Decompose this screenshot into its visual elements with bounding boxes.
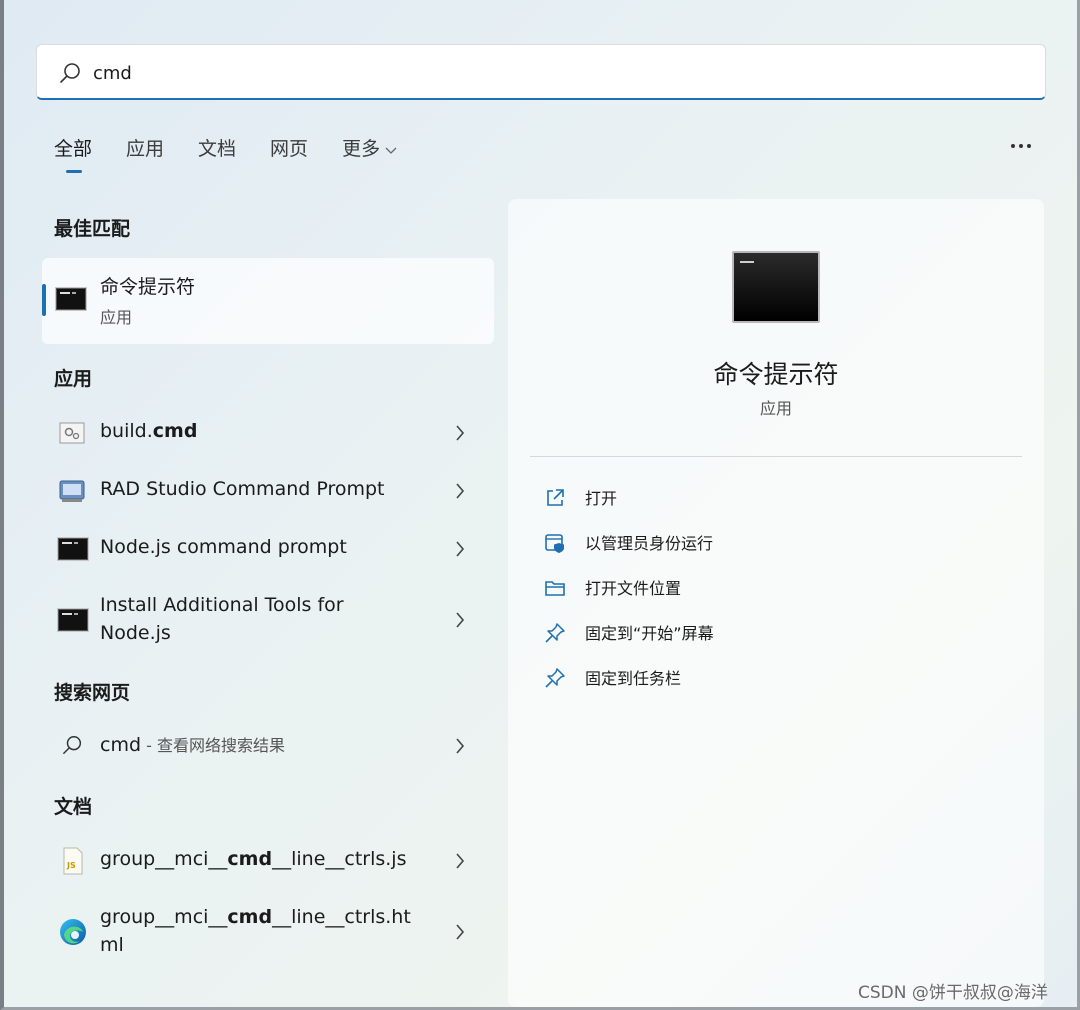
- tab-all[interactable]: 全部: [54, 136, 92, 173]
- section-best-match: 最佳匹配: [54, 218, 131, 240]
- divider: [530, 456, 1022, 457]
- section-documents: 文档: [54, 796, 93, 818]
- chevron-down-icon: [385, 147, 397, 154]
- chevron-right-icon: [456, 738, 465, 754]
- list-item-label: build.cmd: [100, 420, 198, 442]
- list-item-build-cmd[interactable]: build.cmd: [42, 412, 494, 454]
- open-external-icon: [547, 489, 564, 506]
- rad-studio-icon: [59, 480, 85, 502]
- tab-apps[interactable]: 应用: [126, 136, 164, 168]
- tab-more[interactable]: 更多: [342, 136, 397, 168]
- section-web: 搜索网页: [54, 682, 131, 704]
- selection-indicator: [42, 284, 46, 316]
- cmd-icon: [58, 609, 88, 631]
- chevron-right-icon: [456, 924, 465, 940]
- tab-web[interactable]: 网页: [270, 136, 308, 168]
- list-item-doc-js[interactable]: JS group__mci__cmd__line__ctrls.js: [42, 840, 494, 882]
- chevron-right-icon: [456, 612, 465, 628]
- list-item-rad-studio[interactable]: RAD Studio Command Prompt: [42, 470, 494, 512]
- action-pin-to-taskbar[interactable]: 固定到任务栏: [544, 663, 964, 693]
- run-as-admin-icon: [545, 534, 564, 553]
- action-run-as-admin[interactable]: 以管理员身份运行: [544, 528, 964, 558]
- list-item-label: RAD Studio Command Prompt: [100, 478, 385, 500]
- cmd-app-icon: [732, 251, 820, 323]
- preview-subtitle: 应用: [759, 399, 792, 418]
- chevron-right-icon: [456, 425, 465, 441]
- filter-tabs: 全部 应用 文档 网页 更多: [54, 136, 431, 176]
- search-box[interactable]: [36, 44, 1046, 100]
- list-item-install-tools[interactable]: Install Additional Tools for Node.js: [42, 588, 494, 652]
- list-item-label: group__mci__cmd__line__ctrls.js: [100, 848, 407, 870]
- js-file-icon: JS: [63, 847, 83, 875]
- folder-icon: [545, 581, 565, 596]
- list-item-web-search[interactable]: cmd - 查看网络搜索结果: [42, 724, 494, 766]
- svg-text:JS: JS: [66, 861, 76, 870]
- search-input[interactable]: [93, 53, 993, 93]
- preview-panel: 命令提示符 应用 打开 以管理员身份运行 打开文件位置 固定到“开始”屏幕 固定…: [508, 199, 1044, 1007]
- action-open[interactable]: 打开: [544, 483, 964, 513]
- settings-script-icon: [59, 422, 85, 444]
- list-item-label: cmd - 查看网络搜索结果: [100, 734, 285, 756]
- list-item-doc-html[interactable]: group__mci__cmd__line__ctrls.ht ml: [42, 900, 494, 964]
- pin-icon: [545, 668, 565, 688]
- section-apps: 应用: [54, 368, 93, 390]
- action-open-file-location[interactable]: 打开文件位置: [544, 573, 964, 603]
- search-icon: [60, 63, 80, 83]
- search-icon: [63, 736, 82, 754]
- preview-title: 命令提示符: [713, 360, 839, 389]
- edge-icon: [60, 919, 86, 945]
- ellipsis-icon[interactable]: [1004, 132, 1038, 160]
- list-item-nodejs-prompt[interactable]: Node.js command prompt: [42, 528, 494, 570]
- cmd-icon: [56, 288, 86, 310]
- tab-documents[interactable]: 文档: [198, 136, 236, 168]
- list-item-label: group__mci__cmd__line__ctrls.ht ml: [100, 906, 411, 956]
- best-match-title: 命令提示符: [100, 276, 196, 298]
- pin-icon: [545, 623, 565, 643]
- cmd-icon: [58, 538, 88, 560]
- chevron-right-icon: [456, 541, 465, 557]
- best-match-subtitle: 应用: [100, 308, 133, 327]
- best-match-item[interactable]: 命令提示符 应用: [42, 258, 494, 344]
- chevron-right-icon: [456, 853, 465, 869]
- watermark: CSDN @饼干叔叔@海洋: [858, 983, 1048, 1003]
- action-pin-to-start[interactable]: 固定到“开始”屏幕: [544, 618, 964, 648]
- list-item-label: Install Additional Tools for Node.js: [100, 594, 344, 644]
- chevron-right-icon: [456, 483, 465, 499]
- list-item-label: Node.js command prompt: [100, 536, 347, 558]
